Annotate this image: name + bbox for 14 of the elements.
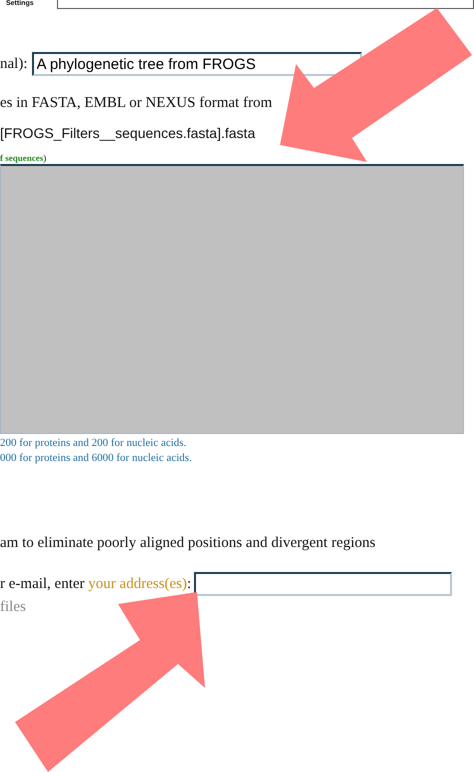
field-label: es in FASTA, EMBL or NEXUS format from [0,94,274,113]
limit-note: 200 for proteins and 200 for nucleic acids. [0,436,188,450]
email-label: r e-mail, enter [0,576,86,592]
files-note: files [0,598,27,618]
limit-note: 000 for proteins and 6000 for nucleic acids. [0,450,193,466]
hint-text: f sequences [0,152,44,162]
input-field[interactable] [57,0,474,9]
email-label: : [187,576,192,592]
title-field[interactable]: A phylogenetic tree from FROGS [32,52,362,76]
file-name: [FROGS_Filters__sequences.fasta].fasta [0,124,256,143]
hint-text: ) [43,152,46,162]
option-label: am to eliminate poorly aligned positions and divergent regions [0,534,376,552]
email-field[interactable] [194,572,452,596]
field-label: nal): [0,54,28,74]
